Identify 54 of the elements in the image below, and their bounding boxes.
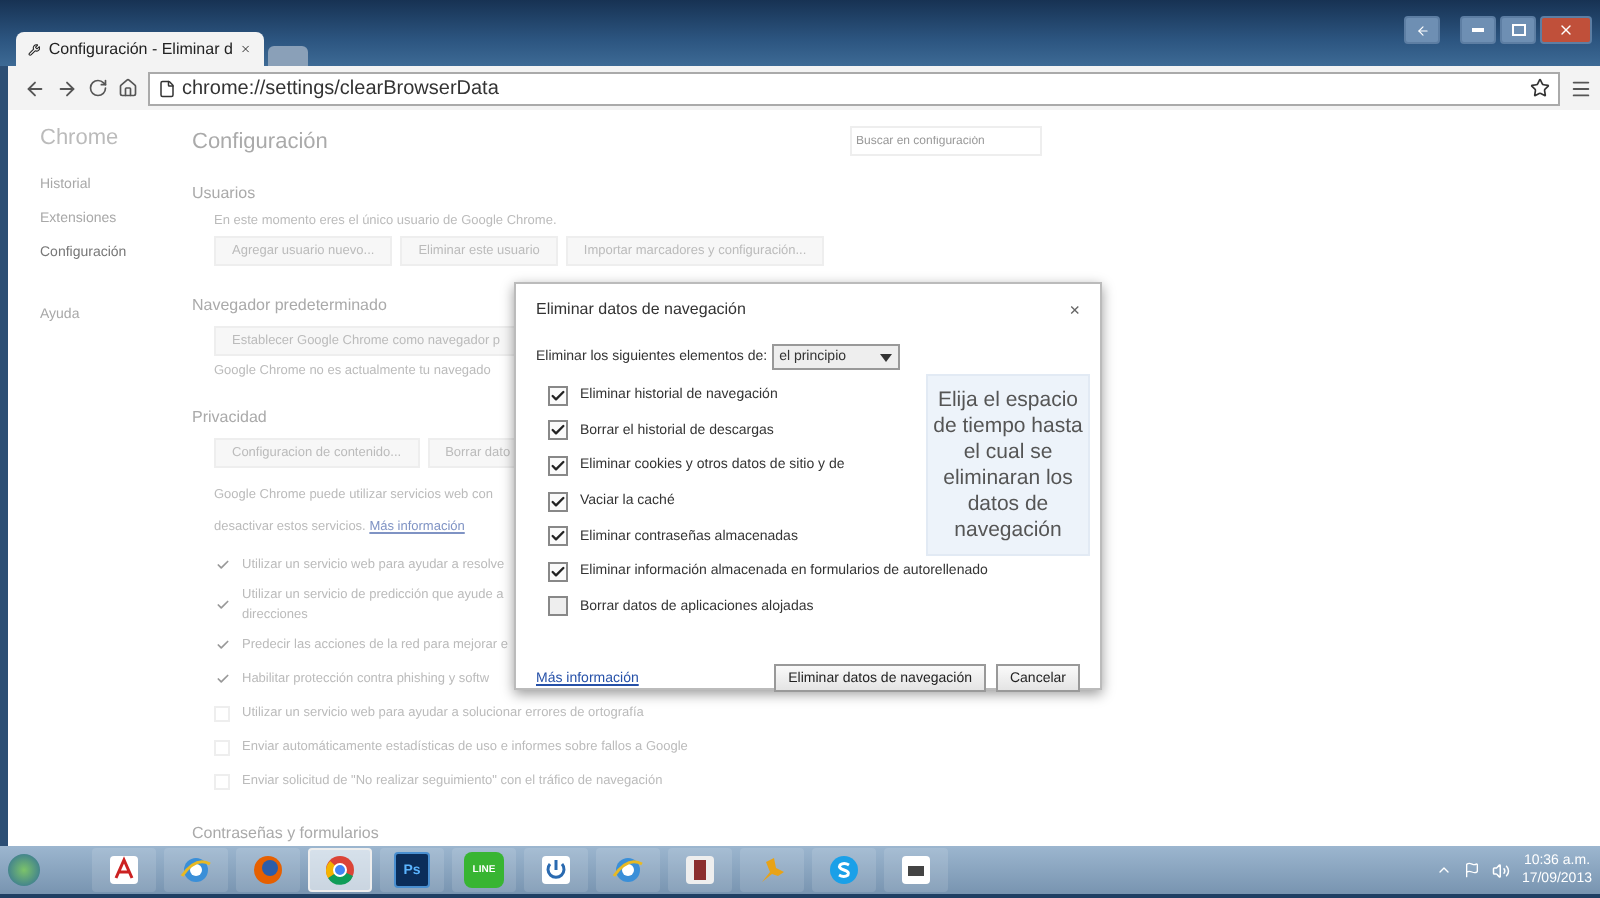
checkbox[interactable]	[548, 561, 568, 582]
document-icon	[108, 854, 140, 886]
start-button[interactable]	[8, 854, 40, 886]
address-bar[interactable]: chrome://settings/clearBrowserData	[148, 71, 1560, 105]
check-icon[interactable]	[214, 671, 230, 687]
menu-icon[interactable]	[1570, 77, 1592, 99]
home-icon[interactable]	[118, 78, 138, 98]
back-icon[interactable]	[24, 77, 46, 99]
browser-icon	[612, 854, 644, 886]
caret-icon	[879, 353, 892, 361]
maximize-button[interactable]	[1500, 16, 1536, 44]
phone-app-icon	[828, 854, 860, 886]
annotation-callout: Elija el espacio de tiempo hasta el cual se eliminaran los datos de navegación	[926, 374, 1090, 556]
check-icon[interactable]	[214, 557, 230, 573]
close-button[interactable]	[1540, 16, 1592, 44]
checkbox[interactable]	[548, 491, 568, 512]
close-button[interactable]: ×	[1069, 300, 1080, 320]
document-icon	[900, 854, 932, 886]
taskbar-app[interactable]	[92, 848, 156, 892]
check-icon[interactable]	[214, 597, 230, 613]
wrench-icon	[28, 41, 41, 57]
browser-icon	[252, 854, 284, 886]
taskbar-app[interactable]	[668, 848, 732, 892]
star-icon[interactable]	[1530, 78, 1550, 98]
sidebar-title: Chrome	[40, 126, 121, 150]
checkbox[interactable]	[548, 596, 568, 617]
arrow-icon	[1415, 23, 1429, 37]
flag-icon[interactable]	[1463, 862, 1480, 878]
dialog-title: Eliminar datos de navegación	[536, 300, 746, 320]
power-icon	[540, 854, 572, 886]
page-title: Configuración	[192, 129, 328, 153]
forward-icon[interactable]	[56, 77, 78, 99]
reload-icon[interactable]	[88, 78, 108, 98]
browser-icon	[180, 854, 212, 886]
section-heading: Contraseñas y formularios	[192, 824, 379, 842]
browser-icon	[324, 854, 356, 886]
volume-icon[interactable]	[1491, 861, 1510, 879]
checkbox[interactable]	[548, 526, 568, 547]
check-icon[interactable]	[214, 637, 230, 653]
close-icon	[1558, 22, 1574, 38]
section-heading: Navegador predeterminado	[192, 296, 387, 314]
checkbox[interactable]	[548, 385, 568, 406]
taskbar-app[interactable]	[524, 848, 588, 892]
section-heading: Privacidad	[192, 408, 267, 426]
page-icon	[158, 79, 176, 97]
checkbox[interactable]	[548, 420, 568, 441]
resize-button[interactable]	[1404, 16, 1440, 44]
book-icon	[684, 854, 716, 886]
section-heading: Usuarios	[192, 184, 256, 202]
checkbox[interactable]	[548, 455, 568, 476]
browser-tab[interactable]: Configuración - Eliminar d	[16, 32, 264, 66]
close-icon[interactable]	[240, 42, 252, 56]
minimize-button[interactable]	[1460, 16, 1496, 44]
taskbar-app[interactable]	[884, 848, 948, 892]
